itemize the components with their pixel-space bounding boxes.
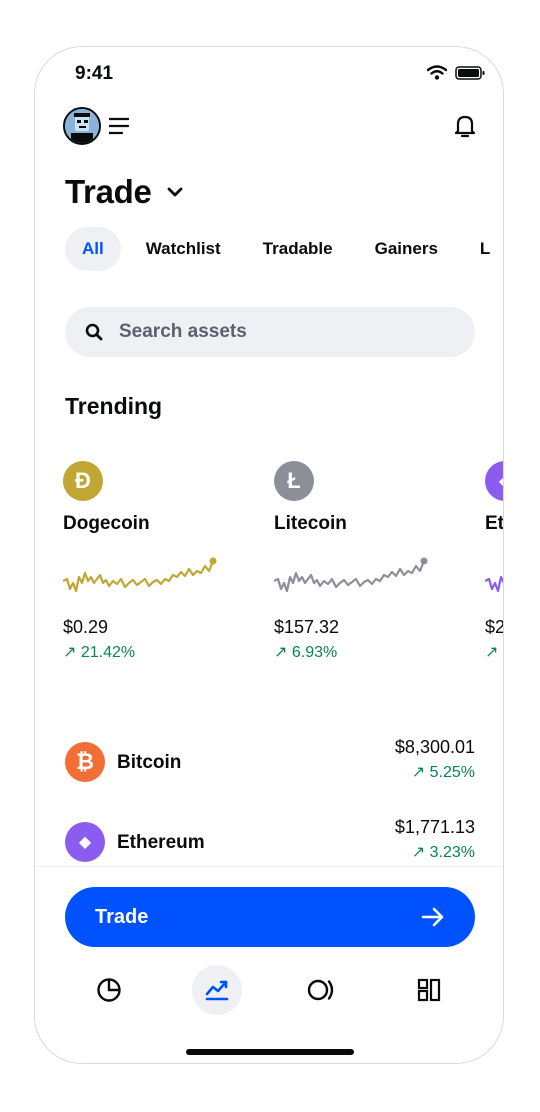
arrow-right-icon	[421, 907, 444, 927]
portfolio-pie-icon	[97, 978, 121, 1002]
trending-card-dogecoin[interactable]: Ð Dogecoin $0.29 ↗ 21.42%	[63, 461, 233, 662]
tab-gainers[interactable]: Gainers	[358, 227, 455, 271]
tab-all[interactable]: All	[65, 227, 121, 271]
menu-icon[interactable]	[109, 117, 129, 135]
tab-tradable[interactable]: Tradable	[246, 227, 350, 271]
trade-chart-icon	[205, 980, 229, 1001]
nav-portfolio[interactable]	[84, 965, 134, 1015]
trending-card-name: Litecoin	[274, 513, 347, 534]
trending-card-price: $157.32	[274, 617, 340, 637]
search-input[interactable]	[119, 321, 419, 343]
trending-card-ethereum[interactable]: ◆ Et $2 ↗	[485, 461, 504, 662]
trending-card-name: Dogecoin	[63, 513, 150, 534]
tab-watchlist[interactable]: Watchlist	[129, 227, 238, 271]
dogecoin-icon: Ð	[63, 461, 103, 501]
tab-losers[interactable]: L	[463, 227, 503, 271]
nav-trade[interactable]	[192, 965, 242, 1015]
nav-apps[interactable]	[404, 965, 454, 1015]
trending-card-change: ↗	[485, 644, 499, 661]
wifi-icon	[427, 65, 447, 80]
asset-row-ethereum[interactable]: ◆ Ethereum $1,771.13 ↗ 3.23%	[65, 817, 475, 867]
filter-tabs: All Watchlist Tradable Gainers L	[65, 227, 503, 271]
search-bar[interactable]	[65, 307, 475, 357]
trending-card-change: ↗ 21.42%	[63, 644, 136, 661]
battery-icon	[455, 65, 485, 80]
earn-icon	[307, 979, 334, 1001]
sparkline-chart	[274, 557, 428, 593]
phone-frame: 9:41 Trade All Watchlist Tradable Gainer…	[34, 46, 504, 1064]
asset-price: $8,300.01	[394, 737, 475, 757]
status-icons	[427, 65, 485, 80]
status-time: 9:41	[75, 63, 114, 84]
ethereum-icon: ◆	[65, 822, 105, 862]
sparkline-chart	[485, 575, 503, 593]
trending-card-price: $0.29	[63, 617, 109, 637]
avatar-face-icon	[65, 109, 99, 143]
asset-name: Ethereum	[117, 832, 205, 853]
asset-row-bitcoin[interactable]: ₿ Bitcoin $8,300.01 ↗ 5.25%	[65, 737, 475, 787]
asset-price: $1,771.13	[394, 817, 475, 837]
litecoin-icon: Ł	[274, 461, 314, 501]
trending-card-change: ↗ 6.93%	[274, 644, 338, 661]
avatar[interactable]	[63, 107, 101, 145]
home-indicator	[186, 1049, 354, 1055]
asset-change: ↗ 5.25%	[411, 764, 475, 781]
asset-name: Bitcoin	[117, 752, 182, 773]
title-row[interactable]: Trade	[65, 173, 184, 211]
trade-button-label: Trade	[95, 905, 149, 928]
nav-earn[interactable]	[297, 965, 347, 1015]
search-icon	[85, 323, 103, 341]
trade-button[interactable]: Trade	[65, 887, 475, 947]
trending-card-litecoin[interactable]: Ł Litecoin $157.32 ↗ 6.93%	[274, 461, 444, 662]
bottom-divider	[35, 866, 503, 867]
bitcoin-icon: ₿	[65, 742, 105, 782]
trending-title: Trending	[65, 393, 163, 419]
sparkline-chart	[63, 557, 217, 593]
ethereum-icon: ◆	[485, 461, 503, 501]
asset-change: ↗ 3.23%	[411, 844, 475, 861]
bell-icon[interactable]	[453, 113, 477, 139]
chevron-down-icon	[167, 187, 182, 197]
trending-card-price: $2	[485, 617, 504, 637]
page-title: Trade	[65, 173, 152, 210]
trending-card-name: Et	[485, 513, 504, 534]
apps-grid-icon	[417, 978, 441, 1002]
